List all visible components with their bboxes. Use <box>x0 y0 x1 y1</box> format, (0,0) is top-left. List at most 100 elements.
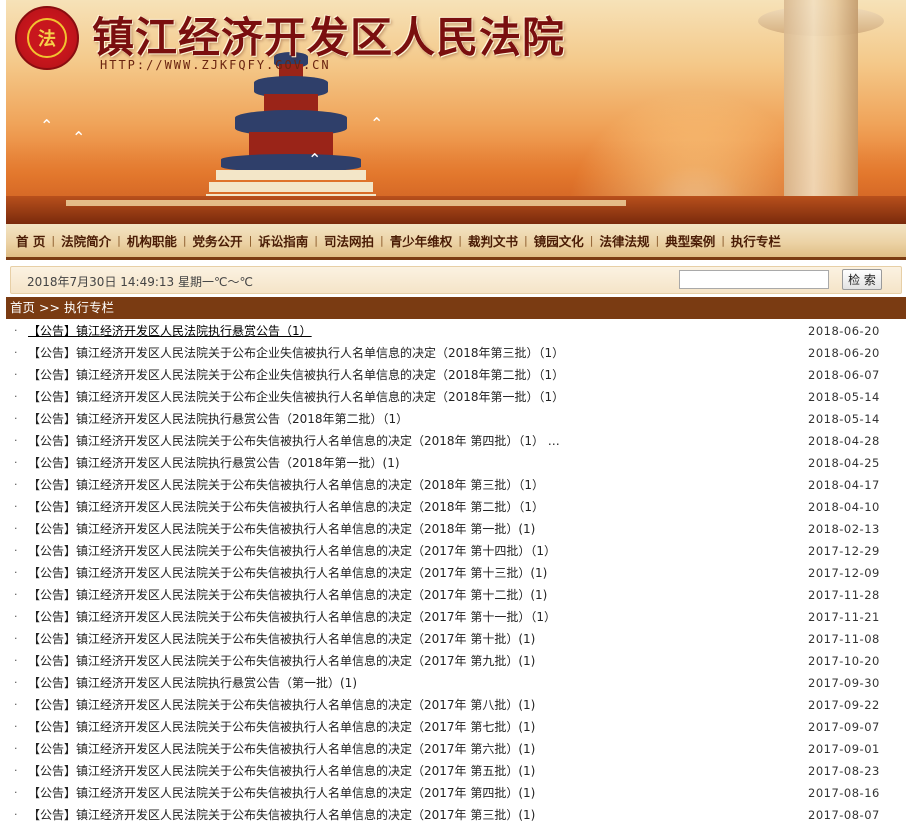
list-item: · 【公告】镇江经济开发区人民法院执行悬赏公告（第一批）(1) 2017-09-30 <box>6 672 906 694</box>
dove-icon: ⌃ <box>40 116 54 135</box>
nav-item-home[interactable]: 首 页 <box>10 231 51 250</box>
court-emblem-center: 法 <box>27 18 67 58</box>
bullet-icon: · <box>14 544 18 557</box>
search-input[interactable] <box>679 270 829 289</box>
bullet-icon: · <box>14 566 18 579</box>
dove-icon: ⌃ <box>370 114 384 133</box>
notice-date: 2018-04-17 <box>808 478 880 492</box>
nav-item-judicial-auction[interactable]: 司法网拍 <box>318 231 380 250</box>
notice-link[interactable]: 【公告】镇江经济开发区人民法院执行悬赏公告（第一批）(1) <box>28 672 357 694</box>
nav-item-litigation-guide[interactable]: 诉讼指南 <box>252 231 314 250</box>
bullet-icon: · <box>14 324 18 337</box>
court-emblem-icon: 法 <box>15 6 79 70</box>
list-item: · 【公告】镇江经济开发区人民法院关于公布企业失信被执行人名单信息的决定（2018… <box>6 342 906 364</box>
notice-date: 2018-06-20 <box>808 324 880 338</box>
breadcrumb-home[interactable]: 首页 <box>10 300 35 315</box>
notice-date: 2017-08-16 <box>808 786 880 800</box>
bullet-icon: · <box>14 764 18 777</box>
notice-link[interactable]: 【公告】镇江经济开发区人民法院关于公布失信被执行人名单信息的决定（2017年 第… <box>28 804 535 826</box>
bullet-icon: · <box>14 588 18 601</box>
list-item: · 【公告】镇江经济开发区人民法院关于公布企业失信被执行人名单信息的决定（2018… <box>6 386 906 408</box>
list-item: · 【公告】镇江经济开发区人民法院关于公布失信被执行人名单信息的决定（2018年 … <box>6 518 906 540</box>
site-title: 镇江经济开发区人民法院 <box>92 13 566 62</box>
nav-item-youth-rights[interactable]: 青少年维权 <box>384 231 459 250</box>
breadcrumb-separator: >> <box>39 300 60 315</box>
notice-date: 2017-08-23 <box>808 764 880 778</box>
dove-icon: ⌃ <box>72 128 86 147</box>
dove-icon: ⌃ <box>308 150 322 169</box>
notice-link[interactable]: 【公告】镇江经济开发区人民法院关于公布失信被执行人名单信息的决定（2017年 第… <box>28 782 535 804</box>
bullet-icon: · <box>14 632 18 645</box>
palace-wall <box>6 196 906 224</box>
notice-link[interactable]: 【公告】镇江经济开发区人民法院执行悬赏公告（2018年第一批）(1) <box>28 452 400 474</box>
bullet-icon: · <box>14 808 18 821</box>
notice-link[interactable]: 【公告】镇江经济开发区人民法院关于公布失信被执行人名单信息的决定（2017年 第… <box>28 694 535 716</box>
nav-item-party-affairs[interactable]: 党务公开 <box>187 231 249 250</box>
nav-item-judgments[interactable]: 裁判文书 <box>462 231 524 250</box>
notice-link[interactable]: 【公告】镇江经济开发区人民法院关于公布失信被执行人名单信息的决定（2017年 第… <box>28 628 535 650</box>
notice-date: 2018-06-20 <box>808 346 880 360</box>
page: ⌃ ⌃ ⌃ ⌃ 法 镇江经济开发区人民法院 HTTP://WWW.ZJKFQFY… <box>0 0 915 826</box>
list-item: · 【公告】镇江经济开发区人民法院执行悬赏公告（2018年第一批）(1) 2018-… <box>6 452 906 474</box>
list-item: · 【公告】镇江经济开发区人民法院关于公布失信被执行人名单信息的决定（2017年 … <box>6 650 906 672</box>
notice-link[interactable]: 【公告】镇江经济开发区人民法院执行悬赏公告（2018年第二批）（1） <box>28 408 408 430</box>
bullet-icon: · <box>14 346 18 359</box>
list-item: · 【公告】镇江经济开发区人民法院关于公布失信被执行人名单信息的决定（2017年 … <box>6 760 906 782</box>
list-item: · 【公告】镇江经济开发区人民法院关于公布失信被执行人名单信息的决定（2018年 … <box>6 474 906 496</box>
notice-link[interactable]: 【公告】镇江经济开发区人民法院关于公布失信被执行人名单信息的决定（2018年 第… <box>28 430 560 452</box>
bullet-icon: · <box>14 654 18 667</box>
list-item: · 【公告】镇江经济开发区人民法院关于公布失信被执行人名单信息的决定（2017年 … <box>6 804 906 826</box>
notice-link[interactable]: 【公告】镇江经济开发区人民法院关于公布失信被执行人名单信息的决定（2017年 第… <box>28 716 535 738</box>
notice-date: 2017-11-28 <box>808 588 880 602</box>
notice-link[interactable]: 【公告】镇江经济开发区人民法院执行悬赏公告（1） <box>28 320 312 342</box>
notice-link[interactable]: 【公告】镇江经济开发区人民法院关于公布失信被执行人名单信息的决定（2017年 第… <box>28 584 547 606</box>
breadcrumb: 首页 >> 执行专栏 <box>6 297 906 319</box>
list-item: · 【公告】镇江经济开发区人民法院关于公布失信被执行人名单信息的决定（2017年 … <box>6 540 906 562</box>
nav-item-court-intro[interactable]: 法院简介 <box>55 231 117 250</box>
notice-date: 2017-11-21 <box>808 610 880 624</box>
site-url: HTTP://WWW.ZJKFQFY.GOV.CN <box>100 58 331 72</box>
list-item: · 【公告】镇江经济开发区人民法院关于公布企业失信被执行人名单信息的决定（2018… <box>6 364 906 386</box>
list-item: · 【公告】镇江经济开发区人民法院关于公布失信被执行人名单信息的决定（2017年 … <box>6 738 906 760</box>
bullet-icon: · <box>14 456 18 469</box>
notice-date: 2018-06-07 <box>808 368 880 382</box>
notice-link[interactable]: 【公告】镇江经济开发区人民法院关于公布失信被执行人名单信息的决定（2017年 第… <box>28 606 556 628</box>
notice-link[interactable]: 【公告】镇江经济开发区人民法院关于公布企业失信被执行人名单信息的决定（2018年… <box>28 364 564 386</box>
notice-date: 2018-04-28 <box>808 434 880 448</box>
notice-date: 2017-08-07 <box>808 808 880 822</box>
notice-link[interactable]: 【公告】镇江经济开发区人民法院关于公布失信被执行人名单信息的决定（2017年 第… <box>28 760 535 782</box>
nav-item-typical-cases[interactable]: 典型案例 <box>659 231 721 250</box>
bullet-icon: · <box>14 720 18 733</box>
bullet-icon: · <box>14 478 18 491</box>
notice-link[interactable]: 【公告】镇江经济开发区人民法院关于公布企业失信被执行人名单信息的决定（2018年… <box>28 342 564 364</box>
notice-link[interactable]: 【公告】镇江经济开发区人民法院关于公布失信被执行人名单信息的决定（2017年 第… <box>28 540 556 562</box>
notice-link[interactable]: 【公告】镇江经济开发区人民法院关于公布失信被执行人名单信息的决定（2017年 第… <box>28 738 535 760</box>
notice-link[interactable]: 【公告】镇江经济开发区人民法院关于公布企业失信被执行人名单信息的决定（2018年… <box>28 386 564 408</box>
bullet-icon: · <box>14 434 18 447</box>
current-datetime: 2018年7月30日 14:49:13 星期一℃～℃ <box>27 275 253 289</box>
list-item: · 【公告】镇江经济开发区人民法院关于公布失信被执行人名单信息的决定（2017年 … <box>6 584 906 606</box>
huabiao-pillar <box>784 0 858 224</box>
notice-link[interactable]: 【公告】镇江经济开发区人民法院关于公布失信被执行人名单信息的决定（2018年 第… <box>28 518 535 540</box>
notice-date: 2018-04-10 <box>808 500 880 514</box>
search-button[interactable]: 检 索 <box>842 269 882 290</box>
nav-item-enforcement[interactable]: 执行专栏 <box>725 231 787 250</box>
nav-item-laws[interactable]: 法律法规 <box>593 231 655 250</box>
notice-link[interactable]: 【公告】镇江经济开发区人民法院关于公布失信被执行人名单信息的决定（2018年 第… <box>28 474 544 496</box>
bullet-icon: · <box>14 676 18 689</box>
notice-date: 2018-05-14 <box>808 390 880 404</box>
notice-link[interactable]: 【公告】镇江经济开发区人民法院关于公布失信被执行人名单信息的决定（2017年 第… <box>28 650 535 672</box>
list-item: · 【公告】镇江经济开发区人民法院关于公布失信被执行人名单信息的决定（2017年 … <box>6 694 906 716</box>
bullet-icon: · <box>14 742 18 755</box>
notice-date: 2017-09-22 <box>808 698 880 712</box>
bullet-icon: · <box>14 610 18 623</box>
notice-date: 2017-11-08 <box>808 632 880 646</box>
notice-date: 2017-10-20 <box>808 654 880 668</box>
nav-item-jingyuan-culture[interactable]: 镜园文化 <box>528 231 590 250</box>
notice-link[interactable]: 【公告】镇江经济开发区人民法院关于公布失信被执行人名单信息的决定（2018年 第… <box>28 496 544 518</box>
nav-item-org-functions[interactable]: 机构职能 <box>121 231 183 250</box>
list-item: · 【公告】镇江经济开发区人民法院关于公布失信被执行人名单信息的决定（2017年 … <box>6 562 906 584</box>
notice-link[interactable]: 【公告】镇江经济开发区人民法院关于公布失信被执行人名单信息的决定（2017年 第… <box>28 562 547 584</box>
page-wrapper: ⌃ ⌃ ⌃ ⌃ 法 镇江经济开发区人民法院 HTTP://WWW.ZJKFQFY… <box>6 0 906 826</box>
list-item: · 【公告】镇江经济开发区人民法院执行悬赏公告（1） 2018-06-20 <box>6 320 906 342</box>
